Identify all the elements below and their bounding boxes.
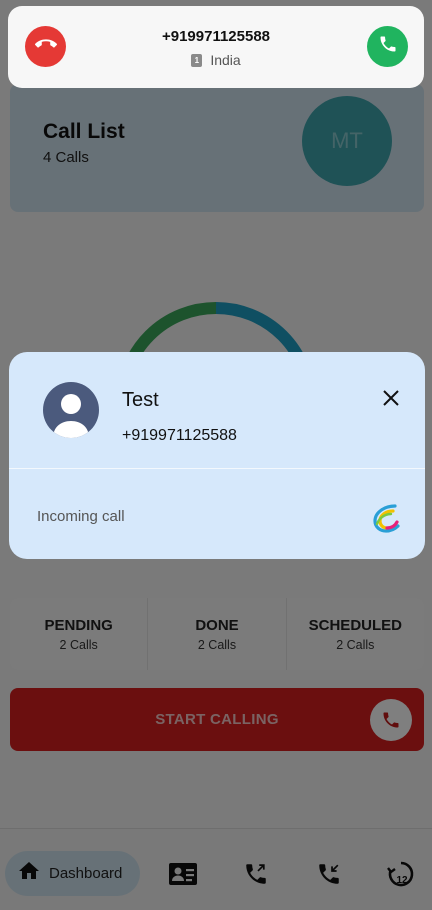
country-label: India (210, 52, 241, 68)
caller-phone-number: +919971125588 (122, 427, 237, 444)
caller-number: +919971125588 (161, 28, 271, 45)
divider (9, 468, 425, 469)
person-avatar-icon (43, 382, 99, 438)
phone-accept-icon (378, 34, 398, 59)
caller-country: 1 India (8, 52, 424, 68)
sim-card-icon: 1 (191, 53, 203, 67)
accept-call-button[interactable] (367, 26, 408, 67)
close-icon[interactable] (379, 386, 403, 410)
call-status-text: Incoming call (37, 508, 125, 525)
app-logo-icon (369, 502, 403, 536)
incoming-call-headsup[interactable]: +919971125588 1 India (8, 6, 424, 88)
incoming-call-card[interactable]: Test +919971125588 Incoming call (9, 352, 425, 559)
caller-name: Test (122, 389, 159, 411)
